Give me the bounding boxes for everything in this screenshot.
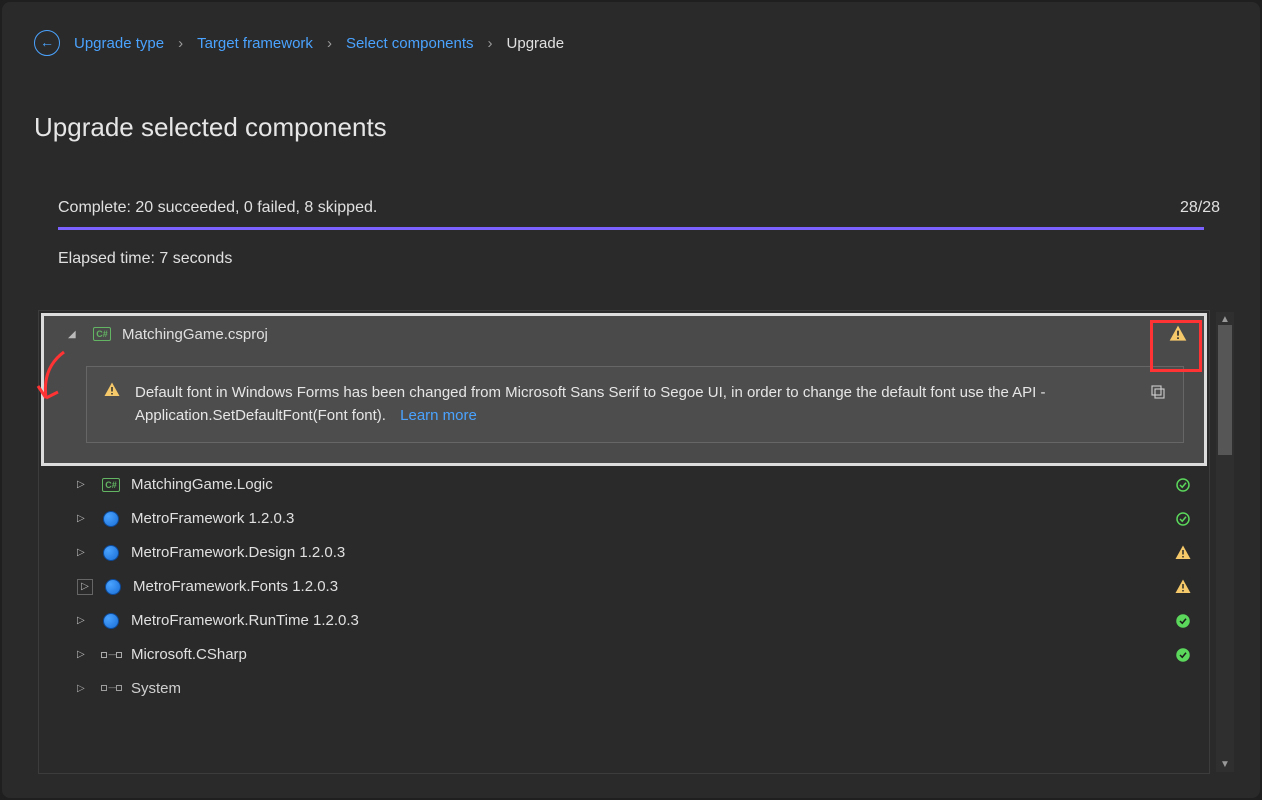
chevron-right-icon: › (178, 35, 183, 52)
arrow-left-icon: ← (40, 34, 54, 50)
breadcrumb-link[interactable]: Target framework (197, 35, 313, 52)
tree-item-label: Microsoft.CSharp (131, 646, 1161, 663)
warning-message-text: Default font in Windows Forms has been c… (135, 384, 1046, 424)
progress-counter: 28/28 (1180, 199, 1220, 217)
expand-icon[interactable]: ▷ (77, 579, 93, 595)
tree-item[interactable]: ▷ MetroFramework.Design 1.2.0.3 (39, 536, 1209, 570)
csproj-icon: C# (92, 327, 112, 341)
csproj-icon: C# (102, 478, 120, 492)
page-title: Upgrade selected components (34, 112, 1228, 143)
success-icon (1174, 476, 1192, 494)
expand-icon[interactable]: ▷ (77, 615, 91, 626)
tree-item-label: System (131, 680, 1161, 697)
tree-item[interactable]: ▷ — System (39, 672, 1209, 705)
scrollbar[interactable]: ▲ ▼ (1216, 312, 1234, 772)
tree-item[interactable]: ◢ C# MatchingGame.csproj (44, 316, 1204, 352)
nuget-icon (103, 545, 119, 561)
breadcrumb-link[interactable]: Select components (346, 35, 474, 52)
results-tree: ◢ C# MatchingGame.csproj Default font in… (38, 310, 1210, 774)
breadcrumb-link[interactable]: Upgrade type (74, 35, 164, 52)
scroll-up-icon[interactable]: ▲ (1220, 314, 1230, 325)
copy-icon (1149, 383, 1167, 401)
progress-status-text: Complete: 20 succeeded, 0 failed, 8 skip… (58, 199, 377, 217)
tree-item[interactable]: ▷ — Microsoft.CSharp (39, 638, 1209, 672)
reference-icon: — (101, 652, 122, 658)
expand-icon[interactable]: ▷ (77, 479, 91, 490)
elapsed-time: Elapsed time: 7 seconds (58, 250, 1228, 268)
warning-message-box: Default font in Windows Forms has been c… (86, 366, 1184, 443)
collapse-icon[interactable]: ◢ (68, 329, 82, 340)
progress-bar (58, 227, 1204, 230)
chevron-right-icon: › (327, 35, 332, 52)
nuget-icon (105, 579, 121, 595)
chevron-right-icon: › (488, 35, 493, 52)
warning-icon (1174, 544, 1192, 562)
tree-item[interactable]: ▷ C# MatchingGame.Logic (39, 468, 1209, 502)
success-icon (1174, 646, 1192, 664)
learn-more-link[interactable]: Learn more (400, 407, 477, 424)
tree-item[interactable]: ▷ MetroFramework.RunTime 1.2.0.3 (39, 604, 1209, 638)
copy-button[interactable] (1149, 381, 1167, 405)
expand-icon[interactable]: ▷ (77, 649, 91, 660)
progress-bar-fill (58, 227, 1204, 230)
warning-icon (1166, 324, 1190, 344)
tree-item-label: MetroFramework 1.2.0.3 (131, 510, 1161, 527)
breadcrumb: ← Upgrade type › Target framework › Sele… (34, 30, 1228, 56)
scroll-down-icon[interactable]: ▼ (1220, 759, 1230, 770)
nuget-icon (103, 511, 119, 527)
scrollbar-thumb[interactable] (1218, 325, 1232, 455)
tree-item-expanded-group: ◢ C# MatchingGame.csproj Default font in… (41, 313, 1207, 466)
tree-item-label: MetroFramework.RunTime 1.2.0.3 (131, 612, 1161, 629)
tree-item-label: MetroFramework.Fonts 1.2.0.3 (133, 578, 1161, 595)
nuget-icon (103, 613, 119, 629)
success-icon (1174, 510, 1192, 528)
expand-icon[interactable]: ▷ (77, 683, 91, 694)
expand-icon[interactable]: ▷ (77, 513, 91, 524)
tree-item[interactable]: ▷ MetroFramework.Fonts 1.2.0.3 (39, 570, 1209, 604)
tree-item[interactable]: ▷ MetroFramework 1.2.0.3 (39, 502, 1209, 536)
scrollbar-track[interactable] (1216, 325, 1234, 759)
tree-item-label: MatchingGame.csproj (122, 326, 1156, 343)
reference-icon: — (101, 685, 122, 691)
success-icon (1174, 612, 1192, 630)
breadcrumb-current: Upgrade (507, 35, 565, 52)
progress-status-row: Complete: 20 succeeded, 0 failed, 8 skip… (34, 199, 1228, 217)
warning-icon (1174, 578, 1192, 596)
expand-icon[interactable]: ▷ (77, 547, 91, 558)
tree-item-label: MatchingGame.Logic (131, 476, 1161, 493)
warning-icon (103, 381, 121, 403)
tree-item-label: MetroFramework.Design 1.2.0.3 (131, 544, 1161, 561)
back-button[interactable]: ← (34, 30, 60, 56)
